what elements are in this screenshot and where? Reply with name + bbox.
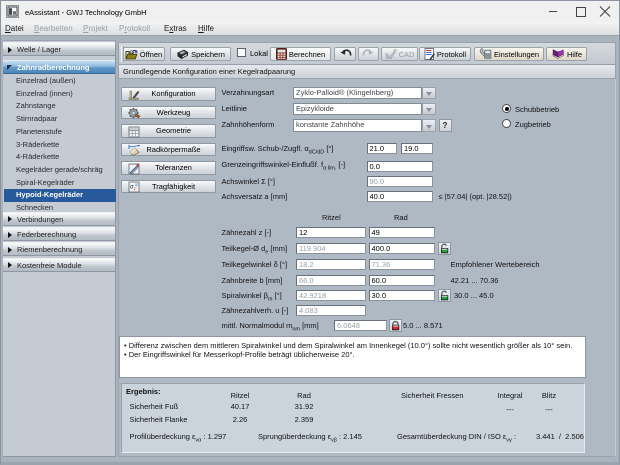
svg-text:F: F bbox=[134, 187, 137, 192]
